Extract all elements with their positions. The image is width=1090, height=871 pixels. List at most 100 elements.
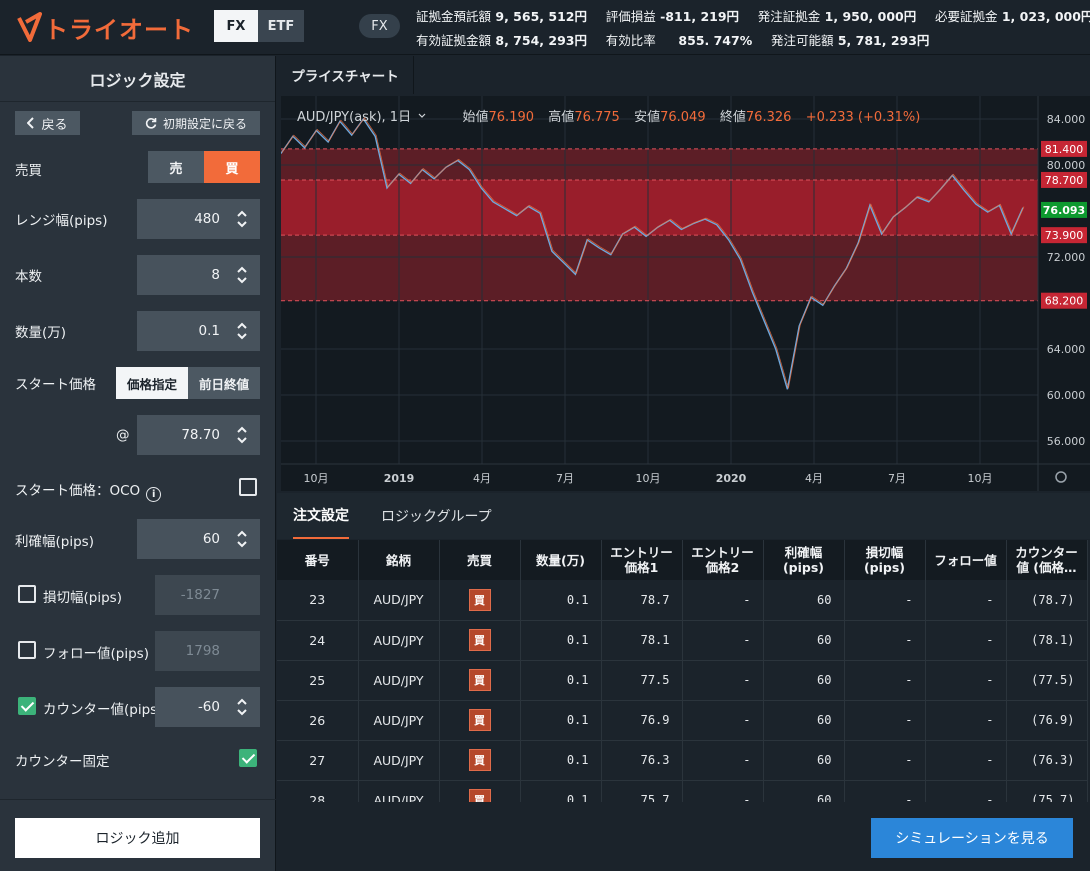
start-price-value: 78.70 — [181, 427, 220, 443]
stop-loss-checkbox[interactable] — [18, 585, 36, 603]
chart-symbol: AUD/JPY(ask), 1日 — [297, 110, 412, 125]
x-tick-label: 4月 — [473, 472, 491, 485]
table-cell-qty: 0.1 — [520, 740, 602, 781]
price-tag-label: 68.200 — [1045, 295, 1084, 308]
table-cell-e2: - — [682, 740, 764, 781]
info-icon[interactable]: i — [146, 487, 162, 502]
counter-fixed-checkbox[interactable] — [239, 749, 257, 767]
stepper-icon[interactable] — [236, 321, 248, 341]
buy-badge: 買 — [468, 749, 491, 771]
table-cell-no: 26 — [277, 700, 359, 741]
table-cell-fw: - — [925, 700, 1007, 741]
buy-option[interactable]: 買 — [204, 151, 260, 183]
buy-badge: 買 — [468, 588, 491, 611]
order-tabs: 注文設定 ロジックグループ — [277, 493, 1090, 539]
buy-badge: 買 — [468, 709, 491, 731]
price-chart[interactable]: 84.000 80.000 72.000 64.000 60.000 56.000 81.4… — [281, 96, 1090, 491]
table-cell-qty: 0.1 — [520, 660, 602, 701]
logo[interactable]: トライオート — [16, 10, 194, 44]
sell-option[interactable]: 売 — [148, 151, 204, 183]
y-tick-label: 56.000 — [1047, 435, 1086, 448]
prev-close-option[interactable]: 前日終値 — [188, 367, 260, 399]
margin-deposit-value: 9, 565, 512円 — [495, 9, 587, 24]
x-tick-label: 4月 — [805, 472, 823, 485]
back-button[interactable]: 戻る — [15, 111, 80, 135]
table-cell-sym: AUD/JPY — [358, 620, 440, 661]
tab-fx[interactable]: FX — [214, 10, 258, 42]
table-cell-fw: - — [925, 740, 1007, 781]
table-cell-tp: 60 — [763, 660, 845, 701]
tab-price-chart[interactable]: プライスチャート — [277, 56, 414, 94]
stepper-icon[interactable] — [236, 425, 248, 445]
counter-input[interactable]: -60 — [155, 687, 260, 727]
qty-input[interactable]: 0.1 — [137, 311, 260, 351]
follow-input[interactable]: 1798 — [155, 631, 260, 671]
buy-badge: 買 — [468, 629, 491, 651]
chevron-left-icon — [27, 117, 35, 129]
y-tick-label: 84.000 — [1047, 113, 1086, 126]
account-row-1: 証拠金預託額 9, 565, 512円 評価損益 -811, 219円 発注証拠… — [416, 6, 1090, 25]
follow-checkbox[interactable] — [18, 641, 36, 659]
counter-checkbox[interactable] — [18, 697, 36, 715]
table-cell-ct: (76.9) — [1006, 700, 1088, 741]
market-pill[interactable]: FX — [359, 14, 400, 38]
close-value: 76.326 — [745, 110, 792, 125]
table-row[interactable]: 28 AUD/JPY 買 0.1 75.7-60- - (75.7) — [277, 780, 1088, 802]
profit-label: 利確幅(pips) — [15, 534, 94, 550]
panel-title: ロジック設定 — [0, 56, 275, 102]
count-input[interactable]: 8 — [137, 255, 260, 295]
column-header: 利確幅 (pips) — [763, 540, 845, 580]
pl-value: -811, 219円 — [660, 9, 740, 24]
stepper-icon[interactable] — [236, 209, 248, 229]
table-cell-sl: - — [844, 740, 926, 781]
table-cell-sl: - — [844, 700, 926, 741]
table-row[interactable]: 26 AUD/JPY 買 0.1 76.9-60- - (76.9) — [277, 700, 1088, 741]
tab-etf[interactable]: ETF — [258, 10, 304, 42]
tab-logic-group[interactable]: ロジックグループ — [381, 493, 492, 539]
oco-checkbox[interactable] — [239, 478, 257, 496]
stepper-icon[interactable] — [236, 529, 248, 549]
stepper-icon[interactable] — [236, 697, 248, 717]
stepper-icon[interactable] — [236, 265, 248, 285]
table-cell-no: 27 — [277, 740, 359, 781]
at-symbol: @ — [116, 427, 130, 443]
tab-order-settings[interactable]: 注文設定 — [293, 493, 349, 539]
effective-margin-label: 有効証拠金額 — [416, 33, 492, 48]
qty-value: 0.1 — [198, 323, 220, 339]
refresh-icon — [145, 118, 157, 129]
start-price-input[interactable]: 78.70 — [137, 415, 260, 455]
counter-label: カウンター値(pips) — [43, 702, 163, 718]
table-cell-e1: 77.5 — [601, 660, 683, 701]
table-row[interactable]: 27 AUD/JPY 買 0.1 76.3-60- - (76.3) — [277, 740, 1088, 781]
table-row[interactable]: 25 AUD/JPY 買 0.1 77.5-60- - (77.5) — [277, 660, 1088, 701]
table-row[interactable]: 23 AUD/JPY 買 0.1 78.7-60- - (78.7) — [277, 580, 1088, 621]
effective-ratio-label: 有効比率 — [605, 33, 656, 48]
simulate-button[interactable]: シミュレーションを見る — [871, 818, 1073, 858]
table-cell-side: 買 — [439, 740, 521, 781]
table-cell-ct: (78.7) — [1006, 580, 1088, 621]
range-input[interactable]: 480 — [137, 199, 260, 239]
high-value: 76.775 — [574, 110, 620, 125]
table-cell-e1: 76.9 — [601, 700, 683, 741]
orderable-amount-value: 5, 781, 293円 — [837, 33, 930, 48]
table-row[interactable]: 24 AUD/JPY 買 0.1 78.1-60- - (78.1) — [277, 620, 1088, 661]
chart-svg[interactable]: 84.000 80.000 72.000 64.000 60.000 56.000 81.4… — [281, 96, 1090, 491]
counter-fixed-label: カウンター固定 — [15, 754, 110, 770]
chevron-down-icon[interactable] — [418, 113, 426, 119]
profit-input[interactable]: 60 — [137, 519, 260, 559]
close-label: 終値 — [719, 110, 746, 125]
table-cell-ct: (75.7) — [1006, 780, 1088, 802]
stop-loss-input[interactable]: -1827 — [155, 575, 260, 615]
stop-loss-label: 損切幅(pips) — [43, 590, 122, 606]
main-panel: プライスチャート 84.000 80.000 72.000 64.000 60.000 5… — [277, 56, 1090, 871]
table-cell-qty: 0.1 — [520, 780, 602, 802]
reset-defaults-button[interactable]: 初期設定に戻る — [132, 111, 260, 135]
price-specified-option[interactable]: 価格指定 — [116, 367, 188, 399]
table-cell-tp: 60 — [763, 740, 845, 781]
add-logic-button[interactable]: ロジック追加 — [15, 818, 260, 858]
effective-margin-value: 8, 754, 293円 — [495, 33, 587, 48]
column-header: 番号 — [277, 540, 359, 580]
table-cell-sl: - — [844, 580, 926, 621]
table-cell-sl: - — [844, 660, 926, 701]
change-value: +0.233 (+0.31%) — [805, 110, 921, 125]
